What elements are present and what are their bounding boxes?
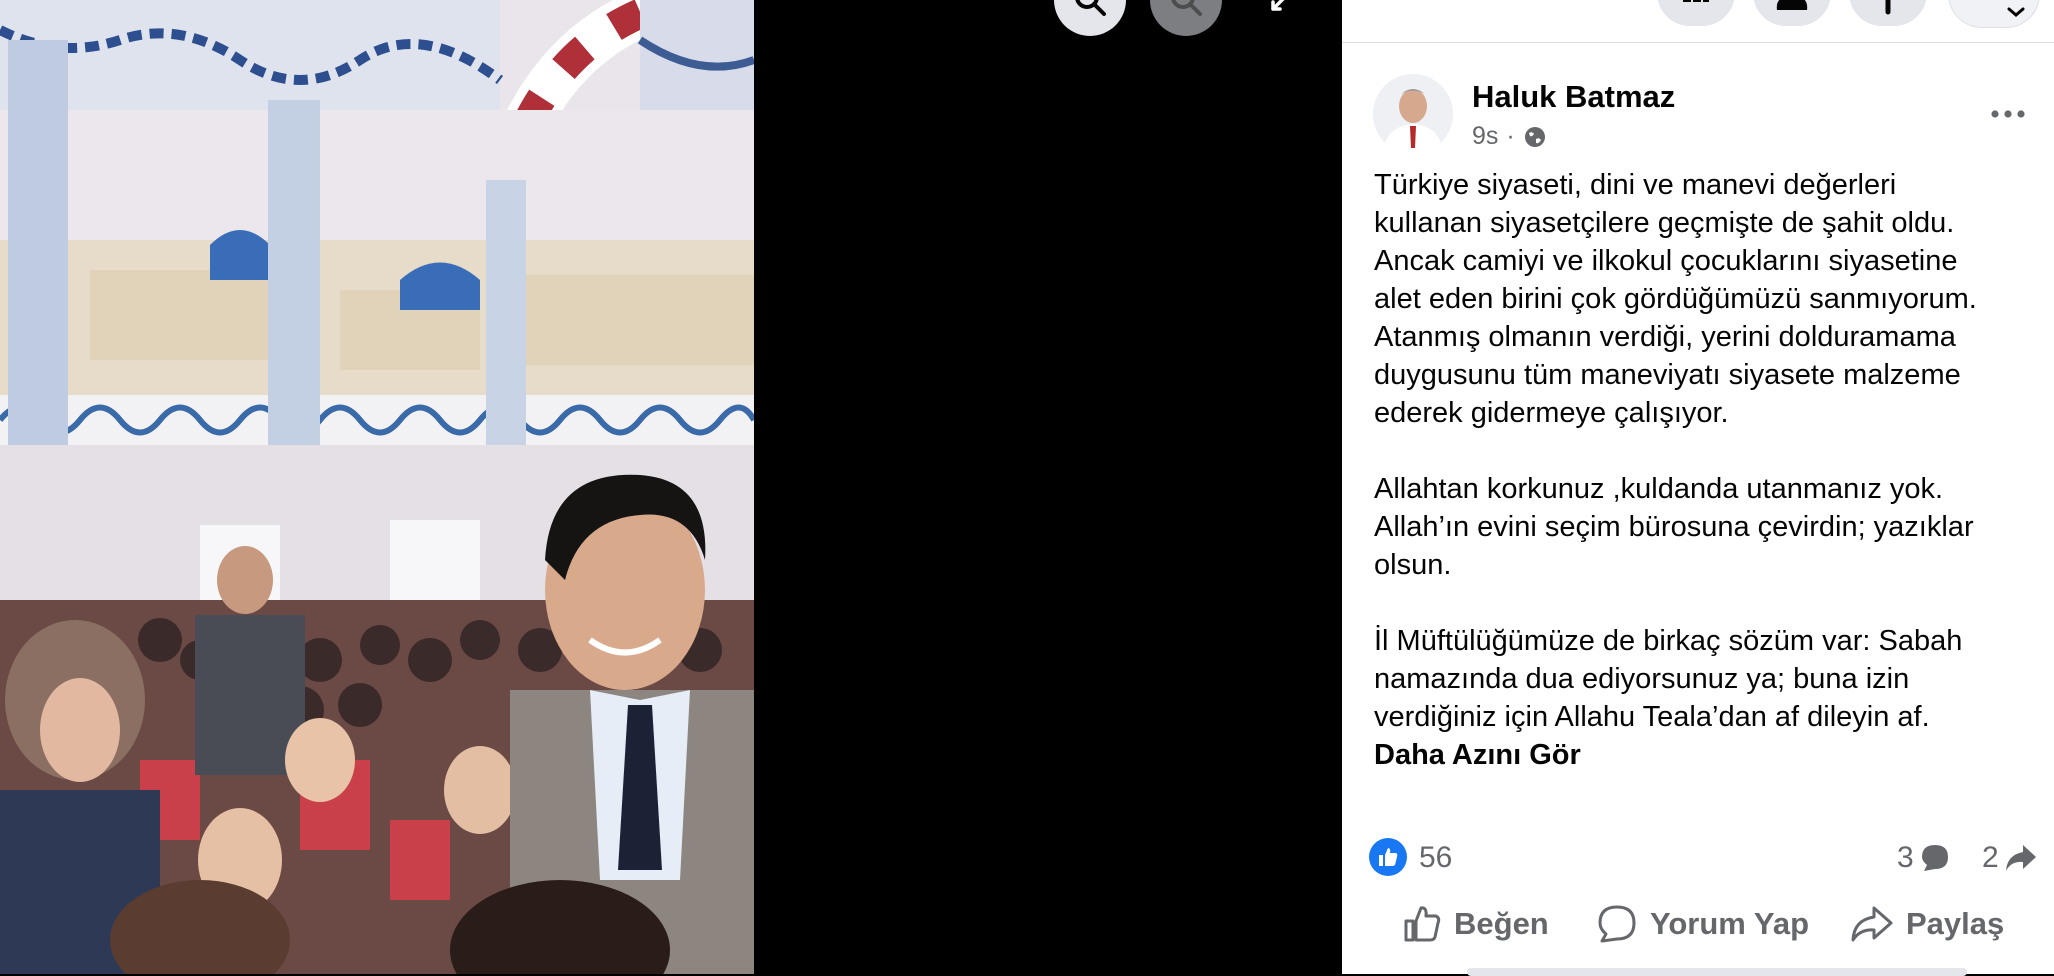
reaction-stats: 56 3 2 (1369, 836, 2036, 880)
zoom-out-icon (1171, 0, 1202, 16)
avatar[interactable] (1373, 74, 1453, 154)
like-reaction-icon[interactable] (1369, 838, 1407, 876)
comment-box-edge (1467, 968, 1967, 976)
share-button[interactable]: Paylaş (1850, 888, 2004, 960)
post-meta: 9s · (1472, 122, 1547, 151)
author-name[interactable]: Haluk Batmaz (1472, 79, 1675, 115)
photo-viewer-background (754, 0, 1342, 974)
post-header: Haluk Batmaz 9s · (1373, 74, 2025, 156)
share-count-group[interactable]: 2 (1982, 841, 2037, 875)
menu-button[interactable] (1657, 0, 1735, 26)
like-button[interactable]: Beğen (1402, 888, 1549, 960)
see-less-link[interactable]: Daha Azını Gör (1374, 736, 2034, 774)
comment-count: 3 (1897, 841, 1914, 874)
globe-icon (1524, 126, 1545, 147)
zoom-in-icon (1075, 0, 1106, 16)
more-options-button[interactable] (1984, 96, 2032, 132)
messenger-button[interactable] (1753, 0, 1831, 26)
bell-icon (1885, 0, 1891, 15)
post-actions: Beğen Yorum Yap Paylaş (1342, 888, 2054, 960)
post-time[interactable]: 9s (1472, 122, 1498, 151)
comment-count-group[interactable]: 3 (1897, 841, 1950, 875)
notifications-button[interactable] (1849, 0, 1927, 26)
share-count: 2 (1982, 841, 1999, 874)
account-button[interactable] (1948, 0, 2040, 28)
chevron-down-icon (2007, 7, 2025, 17)
messenger-icon (1776, 0, 1808, 10)
comment-outline-icon (1598, 905, 1636, 943)
like-outline-icon (1404, 906, 1441, 942)
meta-separator: · (1506, 122, 1515, 150)
share-arrow-icon (2005, 845, 2036, 871)
collapse-icon (1271, 0, 1285, 11)
share-label: Paylaş (1906, 906, 2005, 941)
post-paragraph: İl Müftülüğümüze de birkaç sözüm var: Sa… (1374, 625, 1963, 733)
post-paragraph: Allahtan korkunuz ,kuldanda utanmanız yo… (1374, 473, 1974, 581)
grid-menu-icon (1683, 0, 1709, 2)
thumbs-up-icon (1379, 848, 1398, 866)
post-paragraph: Türkiye siyaseti, dini ve manevi değerle… (1374, 169, 1977, 429)
post-panel: Haluk Batmaz 9s · Türkiye siyaseti, dini… (1342, 0, 2054, 976)
like-label: Beğen (1454, 906, 1549, 941)
comment-button[interactable]: Yorum Yap (1596, 888, 1809, 960)
profile-photo (1373, 74, 1453, 154)
comment-label: Yorum Yap (1650, 906, 1810, 941)
more-dots-icon (1991, 110, 2025, 118)
post-photo[interactable] (0, 0, 754, 974)
comment-bubble-icon (1921, 845, 1948, 871)
top-nav-bar (1342, 0, 2054, 43)
like-count[interactable]: 56 (1419, 841, 1452, 875)
share-outline-icon (1851, 906, 1893, 942)
post-body: Türkiye siyaseti, dini ve manevi değerle… (1374, 166, 2034, 774)
mosque-photo-illustration (0, 0, 754, 974)
